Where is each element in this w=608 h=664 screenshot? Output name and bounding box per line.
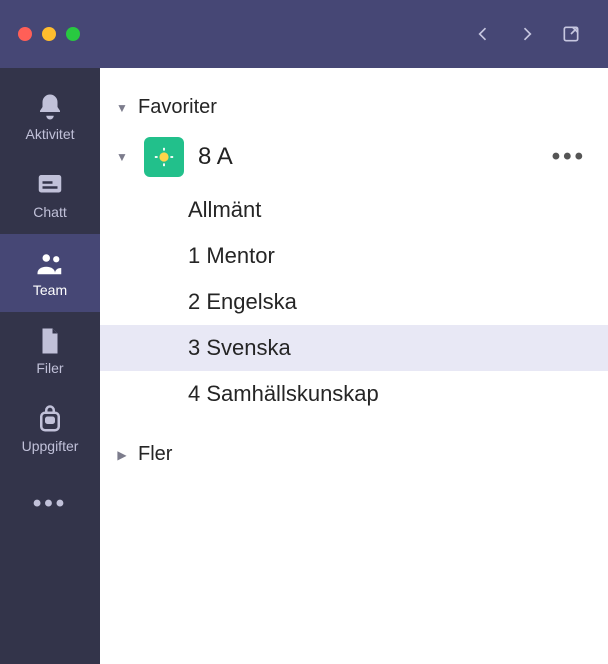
channel-item[interactable]: 2 Engelska [100, 279, 608, 325]
chevron-down-icon: ▼ [114, 101, 130, 115]
rail-label: Filer [36, 360, 63, 376]
titlebar-actions [472, 23, 590, 45]
channel-item[interactable]: Allmänt [100, 187, 608, 233]
rail-item-teams[interactable]: Team [0, 234, 100, 312]
rail-item-activity[interactable]: Aktivitet [0, 78, 100, 156]
channel-item[interactable]: 1 Mentor [100, 233, 608, 279]
channel-label: 3 Svenska [188, 335, 291, 360]
rail-item-chat[interactable]: Chatt [0, 156, 100, 234]
channel-item[interactable]: 3 Svenska [100, 325, 608, 371]
chat-icon [35, 170, 65, 200]
chevron-down-icon: ▼ [114, 150, 130, 164]
rail-item-assignments[interactable]: Uppgifter [0, 390, 100, 468]
people-icon [35, 248, 65, 278]
content: Aktivitet Chatt Team Filer Uppgifter [0, 68, 608, 664]
minimize-window-button[interactable] [42, 27, 56, 41]
compose-button[interactable] [560, 23, 582, 45]
titlebar [0, 0, 608, 68]
forward-button[interactable] [516, 23, 538, 45]
rail-label: Team [33, 282, 67, 298]
back-button[interactable] [472, 23, 494, 45]
rail-label: Chatt [33, 204, 66, 220]
channel-label: Allmänt [188, 197, 261, 222]
rail-label: Aktivitet [25, 126, 74, 142]
channel-label: 1 Mentor [188, 243, 275, 268]
app-rail: Aktivitet Chatt Team Filer Uppgifter [0, 68, 100, 664]
section-more[interactable]: ▶ Fler [100, 435, 608, 474]
channel-label: 2 Engelska [188, 289, 297, 314]
section-label: Favoriter [138, 96, 217, 119]
maximize-window-button[interactable] [66, 27, 80, 41]
rail-item-files[interactable]: Filer [0, 312, 100, 390]
teams-panel: ▼ Favoriter ▼ 8 A ••• Allmänt 1 Mentor 2… [100, 68, 608, 664]
team-row[interactable]: ▼ 8 A ••• [100, 127, 608, 187]
window-controls [18, 27, 80, 41]
team-avatar [144, 137, 184, 177]
section-label: Fler [138, 443, 172, 466]
team-name: 8 A [198, 143, 538, 171]
team-more-button[interactable]: ••• [552, 143, 586, 171]
backpack-icon [35, 404, 65, 434]
bell-icon [35, 92, 65, 122]
close-window-button[interactable] [18, 27, 32, 41]
section-favorites[interactable]: ▼ Favoriter [100, 88, 608, 127]
channel-label: 4 Samhällskunskap [188, 381, 379, 406]
rail-label: Uppgifter [22, 438, 79, 454]
file-icon [35, 326, 65, 356]
chevron-right-icon: ▶ [114, 448, 130, 462]
rail-more-button[interactable]: ••• [0, 468, 100, 540]
channel-item[interactable]: 4 Samhällskunskap [100, 371, 608, 417]
